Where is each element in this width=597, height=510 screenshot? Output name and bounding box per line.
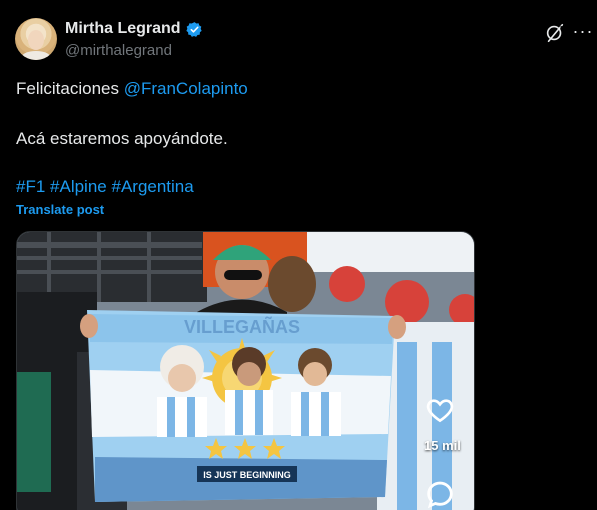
heart-icon[interactable] [424,394,456,426]
post-hashtags: #F1 #Alpine #Argentina [16,177,194,197]
mention-link[interactable]: @FranColapinto [124,79,248,98]
hashtag-argentina[interactable]: #Argentina [111,177,193,196]
verified-badge-icon [185,21,202,37]
post-text-line2: Acá estaremos apoyándote. [16,129,228,148]
hashtag-alpine[interactable]: #Alpine [50,177,107,196]
like-count: 15 mil [424,438,461,453]
avatar-shoulder [21,51,51,60]
post-card[interactable]: Mirtha Legrand @mirthalegrand ··· Felici… [0,0,597,510]
author-handle[interactable]: @mirthalegrand [65,42,172,59]
reply-icon[interactable] [423,476,457,510]
author-avatar[interactable] [15,18,57,60]
author-name-row: Mirtha Legrand [65,20,203,38]
flag-bottom-text: IS JUST BEGINNING [203,470,291,480]
post-text-line1: Felicitaciones @FranColapinto [16,79,248,99]
crowd-photo: VILLEGAÑAS IS JUST BEGINNING [17,232,474,510]
post-media-photo[interactable]: VILLEGAÑAS IS JUST BEGINNING [16,231,475,510]
post-text-greeting: Felicitaciones [16,79,124,98]
avatar-face [28,30,44,50]
hashtag-f1[interactable]: #F1 [16,177,45,196]
more-icon[interactable]: ··· [572,22,594,44]
translate-post-link[interactable]: Translate post [16,202,104,217]
grok-icon[interactable] [544,22,566,44]
flag-top-text: VILLEGAÑAS [184,316,300,337]
author-display-name[interactable]: Mirtha Legrand [65,20,181,38]
